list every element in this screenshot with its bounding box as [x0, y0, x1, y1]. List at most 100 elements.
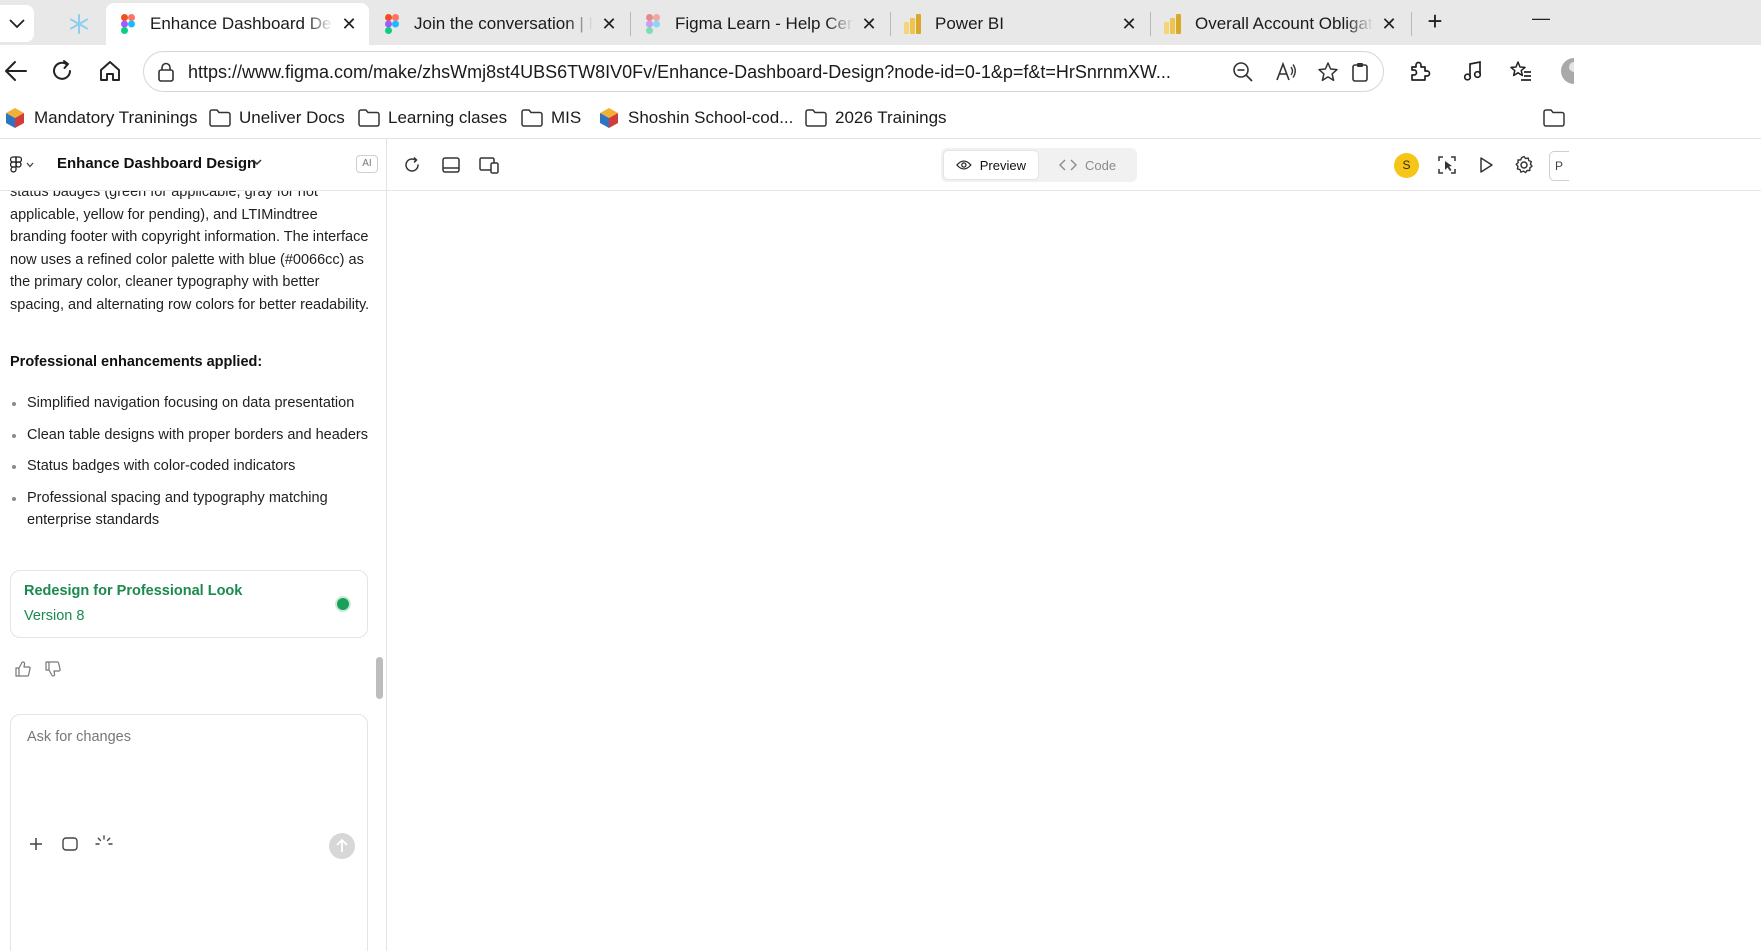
- folder-icon: [358, 108, 380, 128]
- reload-button[interactable]: [46, 55, 78, 87]
- snowflake-icon: [69, 14, 89, 34]
- version-card[interactable]: Redesign for Professional Look Version 8: [10, 570, 368, 638]
- tab-title: Power BI: [935, 14, 1004, 33]
- gear-icon: [1515, 155, 1533, 174]
- reload-icon: [53, 60, 71, 80]
- tab-join-the-conversation[interactable]: Join the conversation | Figma ✕: [370, 3, 629, 45]
- add-attachment-button[interactable]: [27, 835, 45, 853]
- arrow-left-icon: [5, 61, 27, 81]
- media-control-button[interactable]: [1457, 55, 1489, 87]
- tab-title: Overall Account Obligations: [1195, 14, 1373, 33]
- favorites-button[interactable]: [1505, 55, 1537, 87]
- chat-scrollbar-thumb[interactable]: [376, 657, 383, 699]
- close-tab-icon[interactable]: ✕: [339, 14, 359, 35]
- panel-layout-icon: [442, 157, 460, 173]
- tab-enhance-dashboard-design[interactable]: Enhance Dashboard Design ✕: [106, 3, 369, 45]
- favorites-list-icon: [1510, 61, 1531, 81]
- zoom-out-icon[interactable]: [1232, 61, 1254, 83]
- other-favorites-folder[interactable]: [1543, 105, 1573, 131]
- enhancements-list: Simplified navigation focusing on data p…: [10, 392, 370, 541]
- back-button[interactable]: [0, 55, 32, 87]
- tab-power-bi[interactable]: Power BI ✕: [891, 3, 1149, 45]
- close-tab-icon[interactable]: ✕: [1379, 14, 1399, 35]
- read-aloud-icon[interactable]: [1275, 61, 1297, 83]
- preview-tab[interactable]: Preview: [943, 150, 1039, 180]
- address-bar[interactable]: https://www.figma.com/make/zhsWmj8st4UBS…: [143, 51, 1384, 92]
- bookmark-learning-clases[interactable]: Learning clases: [358, 105, 507, 131]
- device-preview-button[interactable]: [477, 153, 501, 177]
- thumbs-down-button[interactable]: [44, 660, 62, 678]
- main-menu-button[interactable]: [10, 155, 34, 175]
- clipboard-icon[interactable]: [1349, 61, 1371, 83]
- tab-separator: [1411, 12, 1412, 36]
- library-button[interactable]: [61, 835, 79, 853]
- url-text[interactable]: https://www.figma.com/make/zhsWmj8st4UBS…: [188, 62, 1218, 83]
- version-card-title: Redesign for Professional Look: [24, 583, 243, 599]
- file-title[interactable]: Enhance Dashboard Design: [57, 155, 256, 172]
- profile-icon: [1561, 58, 1574, 84]
- folder-icon: [209, 108, 231, 128]
- preview-canvas[interactable]: [387, 192, 1761, 951]
- folder-icon: [1543, 108, 1565, 128]
- refresh-icon: [405, 156, 419, 172]
- minimize-window-button[interactable]: —: [1528, 8, 1554, 34]
- bookmark-mandatory-traninings[interactable]: Mandatory Traninings: [4, 105, 197, 131]
- play-button[interactable]: [1474, 153, 1498, 177]
- close-tab-icon[interactable]: ✕: [1119, 14, 1139, 35]
- tab-overall-account-obligations[interactable]: Overall Account Obligations ✕: [1151, 3, 1409, 45]
- plus-icon: [30, 838, 42, 850]
- home-button[interactable]: [94, 55, 126, 87]
- bookmark-label: Shoshin School-cod...: [628, 108, 794, 127]
- code-tab[interactable]: Code: [1047, 150, 1128, 180]
- tab-actions-menu[interactable]: [0, 5, 34, 42]
- code-brackets-icon: [1059, 159, 1077, 171]
- library-icon: [62, 837, 78, 851]
- active-version-indicator: [337, 598, 349, 610]
- bookmark-uneliver-docs[interactable]: Uneliver Docs: [209, 105, 345, 131]
- tab-title: Enhance Dashboard Design: [150, 14, 333, 33]
- chevron-down-icon: [26, 162, 34, 168]
- code-label: Code: [1085, 157, 1117, 173]
- bookmark-label: Mandatory Traninings: [34, 108, 198, 127]
- lock-icon[interactable]: [156, 62, 176, 82]
- thumbs-up-button[interactable]: [14, 660, 32, 678]
- send-button[interactable]: [329, 833, 355, 859]
- ai-badge[interactable]: AI: [356, 155, 378, 173]
- home-icon: [100, 61, 120, 81]
- list-item: Status badges with color-coded indicator…: [10, 455, 370, 478]
- cube-icon: [598, 108, 620, 128]
- spinner-icon: [95, 835, 113, 845]
- ai-chat-panel: status badges (green for applicable, gra…: [0, 191, 386, 951]
- bookmark-label: Uneliver Docs: [239, 108, 345, 127]
- bookmarks-bar: Mandatory Traninings Uneliver Docs Learn…: [0, 97, 1761, 139]
- bookmark-shoshin-school[interactable]: Shoshin School-cod...: [598, 105, 793, 131]
- thumbs-up-icon: [15, 661, 31, 677]
- folder-icon: [805, 108, 827, 128]
- tab-snowflake[interactable]: [56, 3, 102, 45]
- file-menu-chevron-icon[interactable]: [252, 155, 262, 169]
- assistant-message-text: status badges (green for applicable, gra…: [10, 191, 370, 313]
- responsive-devices-icon: [479, 157, 499, 174]
- list-item: Professional spacing and typography matc…: [10, 487, 370, 532]
- loading-button[interactable]: [95, 835, 113, 853]
- new-tab-button[interactable]: +: [1420, 6, 1450, 38]
- settings-button[interactable]: [1512, 153, 1536, 177]
- ask-for-changes-input[interactable]: [27, 729, 347, 819]
- profile-avatar[interactable]: [1551, 55, 1583, 87]
- toggle-panel-button[interactable]: [439, 153, 463, 177]
- favorite-star-icon[interactable]: [1317, 61, 1339, 83]
- figma-icon: [643, 14, 663, 34]
- close-tab-icon[interactable]: ✕: [859, 14, 879, 35]
- inspect-select-icon: [1438, 156, 1456, 174]
- bookmark-2026-trainings[interactable]: 2026 Trainings: [805, 105, 947, 131]
- refresh-preview-button[interactable]: [400, 153, 424, 177]
- bookmark-mis[interactable]: MIS: [521, 105, 581, 131]
- extensions-button[interactable]: [1403, 55, 1435, 87]
- inspect-button[interactable]: [1435, 153, 1459, 177]
- bookmark-label: Learning clases: [388, 108, 508, 127]
- close-tab-icon[interactable]: ✕: [599, 14, 619, 35]
- publish-button[interactable]: P: [1549, 151, 1569, 181]
- tab-figma-learn[interactable]: Figma Learn - Help Center ✕: [631, 3, 889, 45]
- user-avatar[interactable]: S: [1394, 153, 1419, 178]
- thumbs-down-icon: [45, 661, 61, 677]
